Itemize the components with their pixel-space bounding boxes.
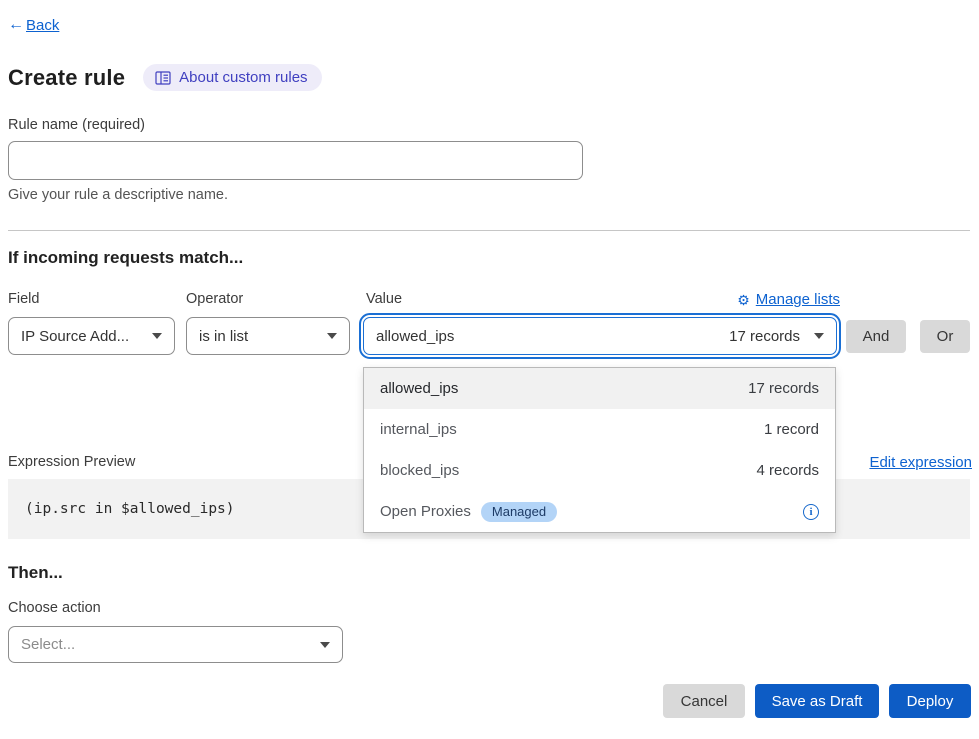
info-icon[interactable]: i xyxy=(803,504,819,520)
section-divider xyxy=(8,230,970,231)
choose-action-label: Choose action xyxy=(8,600,101,616)
list-option-allowed-ips[interactable]: allowed_ips 17 records xyxy=(364,368,835,409)
chevron-down-icon xyxy=(320,642,330,648)
about-custom-rules-link[interactable]: About custom rules xyxy=(143,64,321,91)
list-option-open-proxies[interactable]: Open Proxies Managed i xyxy=(364,491,835,532)
action-select[interactable]: Select... xyxy=(8,626,343,663)
managed-badge: Managed xyxy=(481,502,557,522)
book-icon xyxy=(155,71,171,85)
manage-lists-link[interactable]: ⚙ Manage lists xyxy=(737,291,840,308)
then-section-heading: Then... xyxy=(8,563,63,583)
and-button[interactable]: And xyxy=(846,320,906,353)
rule-name-label: Rule name (required) xyxy=(8,117,145,133)
rule-name-help: Give your rule a descriptive name. xyxy=(8,187,228,203)
page-header: Create rule About custom rules xyxy=(8,64,322,91)
page-title: Create rule xyxy=(8,65,125,91)
list-option-name: internal_ips xyxy=(380,421,457,438)
list-option-name: blocked_ips xyxy=(380,462,459,479)
list-dropdown-menu: allowed_ips 17 records internal_ips 1 re… xyxy=(363,367,836,533)
manage-lists-label: Manage lists xyxy=(756,291,840,308)
chevron-down-icon xyxy=(814,333,824,339)
back-label: Back xyxy=(26,17,59,34)
cancel-button[interactable]: Cancel xyxy=(663,684,745,718)
operator-label: Operator xyxy=(186,291,243,307)
save-as-draft-button[interactable]: Save as Draft xyxy=(755,684,879,718)
deploy-button[interactable]: Deploy xyxy=(889,684,971,718)
value-label: Value xyxy=(366,291,402,307)
field-select[interactable]: IP Source Add... xyxy=(8,317,175,355)
operator-select[interactable]: is in list xyxy=(186,317,350,355)
list-option-blocked-ips[interactable]: blocked_ips 4 records xyxy=(364,450,835,491)
chevron-down-icon xyxy=(327,333,337,339)
field-select-value: IP Source Add... xyxy=(21,328,152,345)
create-rule-page: ←Back Create rule About custom rules Rul… xyxy=(0,0,979,739)
about-custom-rules-label: About custom rules xyxy=(179,69,307,86)
expression-code: (ip.src in $allowed_ips) xyxy=(25,501,235,517)
back-arrow-icon: ← xyxy=(8,16,24,34)
list-option-count: 4 records xyxy=(756,462,819,479)
operator-select-value: is in list xyxy=(199,328,327,345)
footer-actions: Cancel Save as Draft Deploy xyxy=(0,684,971,718)
rule-name-input[interactable] xyxy=(8,141,583,180)
list-option-count: 1 record xyxy=(764,421,819,438)
chevron-down-icon xyxy=(152,333,162,339)
field-label: Field xyxy=(8,291,39,307)
value-select[interactable]: allowed_ips 17 records xyxy=(363,317,837,355)
expression-preview-label: Expression Preview xyxy=(8,454,135,470)
list-option-count: 17 records xyxy=(748,380,819,397)
list-option-name: Open Proxies xyxy=(380,503,471,520)
list-option-name: allowed_ips xyxy=(380,380,458,397)
value-select-record-count: 17 records xyxy=(729,328,800,345)
back-link[interactable]: ←Back xyxy=(8,16,59,34)
match-section-heading: If incoming requests match... xyxy=(8,248,243,268)
gear-icon: ⚙ xyxy=(737,293,750,307)
edit-expression-link[interactable]: Edit expression xyxy=(869,454,972,471)
or-button[interactable]: Or xyxy=(920,320,970,353)
value-select-value: allowed_ips xyxy=(376,328,729,345)
action-select-placeholder: Select... xyxy=(21,636,320,653)
list-option-internal-ips[interactable]: internal_ips 1 record xyxy=(364,409,835,450)
